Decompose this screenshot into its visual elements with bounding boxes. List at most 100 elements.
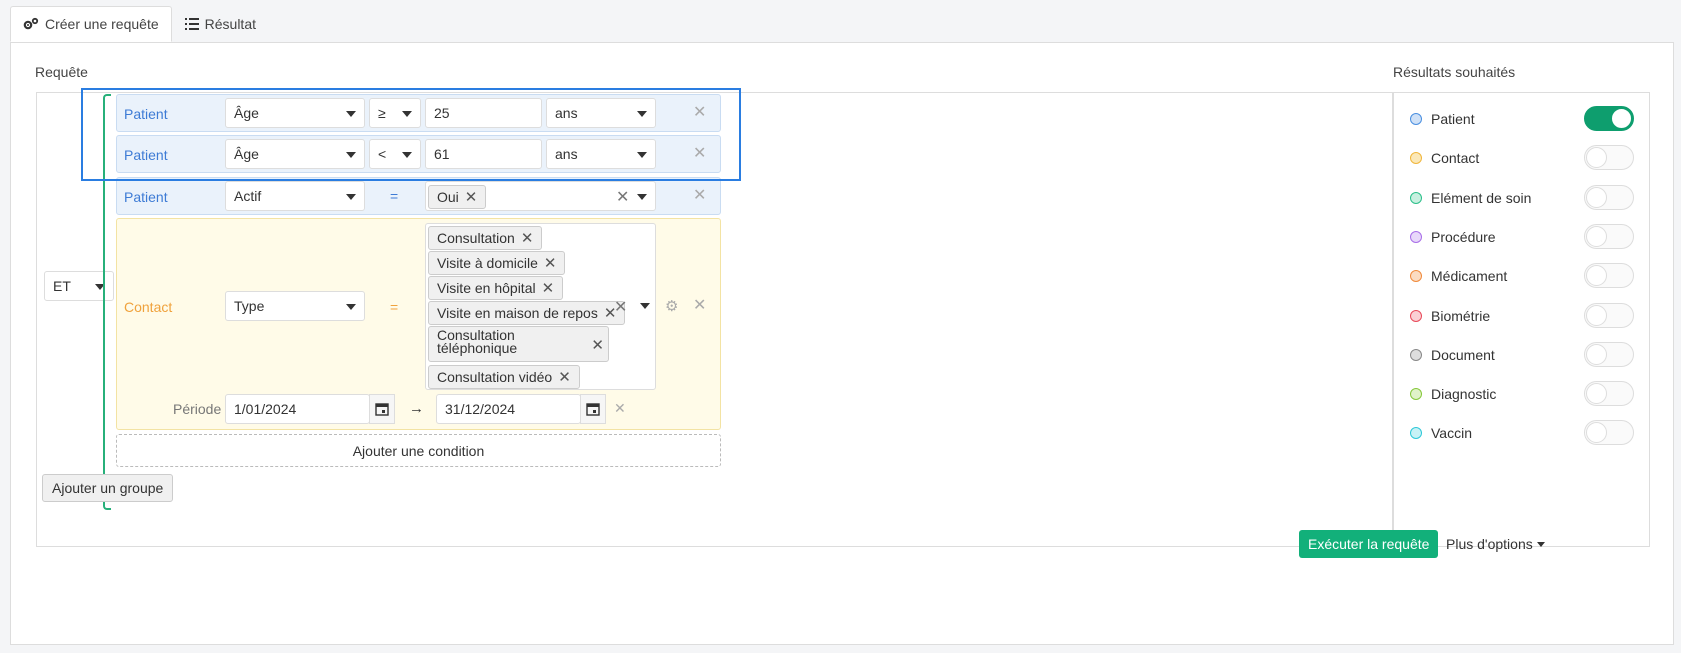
condition-entity: Contact <box>124 299 173 315</box>
date-from-input[interactable]: 1/01/2024 <box>225 394 370 424</box>
chevron-down-icon[interactable] <box>640 303 650 309</box>
remove-tag-icon[interactable]: ✕ <box>591 336 604 354</box>
remove-tag-icon[interactable]: ✕ <box>558 368 571 386</box>
condition-row-active: Patient Actif = Oui ✕ ✕ ✕ <box>116 177 721 215</box>
result-item: Biométrie <box>1410 304 1490 328</box>
unit-select[interactable]: ans <box>546 139 656 169</box>
clear-period-icon[interactable]: ✕ <box>614 400 626 416</box>
chevron-down-icon <box>346 111 356 117</box>
caret-down-icon <box>1536 541 1545 547</box>
tab-result[interactable]: Résultat <box>172 6 269 42</box>
tag: Consultation vidéo ✕ <box>428 365 580 389</box>
operator-select[interactable]: < <box>369 139 421 169</box>
date-to-input[interactable]: 31/12/2024 <box>436 394 581 424</box>
tag-label: Consultation téléphonique <box>437 327 518 356</box>
calendar-icon[interactable] <box>369 394 395 424</box>
color-dot-icon <box>1410 113 1422 125</box>
more-options-dropdown[interactable]: Plus d'options <box>1446 530 1545 558</box>
clear-icon[interactable]: ✕ <box>614 297 627 317</box>
field-select[interactable]: Type <box>225 291 365 321</box>
field-value: Âge <box>234 105 259 121</box>
results-selector: Patient Contact Elément de soin Procédure Mé… <box>1393 92 1650 547</box>
color-dot-icon <box>1410 388 1422 401</box>
calendar-icon[interactable] <box>580 394 606 424</box>
remove-condition-icon[interactable]: ✕ <box>693 298 706 314</box>
chevron-down-icon <box>402 152 412 158</box>
value-input[interactable]: 61 <box>425 139 542 169</box>
unit-select[interactable]: ans <box>546 98 656 128</box>
result-toggle[interactable] <box>1584 341 1634 367</box>
query-title: Requête <box>35 64 88 80</box>
remove-condition-icon[interactable]: ✕ <box>693 146 706 162</box>
chevron-down-icon <box>637 152 647 158</box>
tag: Visite en hôpital ✕ <box>428 276 564 300</box>
toggle-knob <box>1586 225 1607 247</box>
toggle-knob <box>1586 383 1607 405</box>
value-text: 61 <box>434 146 450 162</box>
color-dot-icon <box>1410 348 1422 361</box>
color-dot-icon <box>1410 152 1422 165</box>
result-toggle[interactable] <box>1584 223 1634 249</box>
result-item: Patient <box>1410 107 1475 131</box>
remove-tag-icon[interactable]: ✕ <box>542 279 555 297</box>
remove-condition-icon[interactable]: ✕ <box>693 188 706 204</box>
tag-label: Visite à domicile <box>437 255 538 271</box>
gears-icon <box>23 17 39 30</box>
value-text: 25 <box>434 105 450 121</box>
toggle-knob <box>1586 147 1607 169</box>
run-query-button[interactable]: Exécuter la requête <box>1299 530 1439 558</box>
result-toggle[interactable] <box>1584 302 1634 328</box>
tab-create-query-label: Créer une requête <box>45 16 159 32</box>
tag-label: Oui <box>437 189 459 205</box>
tag: Visite à domicile ✕ <box>428 251 566 275</box>
result-toggle[interactable] <box>1584 145 1634 171</box>
result-toggle[interactable] <box>1584 263 1634 289</box>
clear-icon[interactable]: ✕ <box>616 187 629 207</box>
period-label: Période <box>173 401 222 417</box>
arrow-right-icon: → <box>409 400 424 417</box>
color-dot-icon <box>1410 427 1422 440</box>
chevron-down-icon <box>402 111 412 117</box>
remove-condition-icon[interactable]: ✕ <box>693 105 706 121</box>
add-group-button[interactable]: Ajouter un groupe <box>42 474 174 502</box>
chevron-down-icon[interactable] <box>637 194 647 200</box>
condition-entity: Patient <box>124 189 168 205</box>
tab-create-query[interactable]: Créer une requête <box>10 6 172 42</box>
result-item-label: Document <box>1431 346 1495 363</box>
add-condition-button[interactable]: Ajouter une condition <box>116 434 721 467</box>
operator-label: = <box>390 299 399 315</box>
result-item: Contact <box>1410 146 1479 170</box>
chevron-down-icon <box>346 304 356 310</box>
result-item-label: Patient <box>1431 111 1475 127</box>
field-select[interactable]: Âge <box>225 98 365 128</box>
tag: Consultation ✕ <box>428 226 543 250</box>
result-item-label: Procédure <box>1431 228 1496 245</box>
remove-tag-icon[interactable]: ✕ <box>521 229 534 247</box>
tag-label: Visite en maison de repos <box>437 305 598 321</box>
operator-value: ≥ <box>378 105 386 121</box>
field-select[interactable]: Âge <box>225 139 365 169</box>
operator-value: < <box>378 146 387 162</box>
result-toggle[interactable] <box>1584 106 1634 131</box>
remove-tag-icon[interactable]: ✕ <box>544 254 557 272</box>
multi-select[interactable]: Oui ✕ ✕ <box>425 181 656 211</box>
result-toggle[interactable] <box>1584 381 1634 407</box>
operator-select[interactable]: ≥ <box>369 98 421 128</box>
result-toggle[interactable] <box>1584 184 1634 210</box>
remove-tag-icon[interactable]: ✕ <box>465 188 478 206</box>
field-value: Type <box>234 298 265 314</box>
result-item-label: Biométrie <box>1431 307 1491 324</box>
operator-label: = <box>390 188 399 204</box>
chevron-down-icon <box>346 194 356 200</box>
result-toggle[interactable] <box>1584 420 1634 446</box>
gear-icon[interactable]: ⚙ <box>665 297 678 315</box>
value-input[interactable]: 25 <box>425 98 542 128</box>
toggle-knob <box>1586 304 1607 326</box>
group-bracket <box>103 94 111 510</box>
field-select[interactable]: Actif <box>225 181 365 211</box>
more-options-label: Plus d'options <box>1446 536 1533 552</box>
tag-label: Consultation vidéo <box>437 369 553 385</box>
main-panel: Requête Résultats souhaités ET Patient Â… <box>10 42 1674 645</box>
result-item: Procédure <box>1410 225 1496 249</box>
condition-entity: Patient <box>124 106 168 122</box>
